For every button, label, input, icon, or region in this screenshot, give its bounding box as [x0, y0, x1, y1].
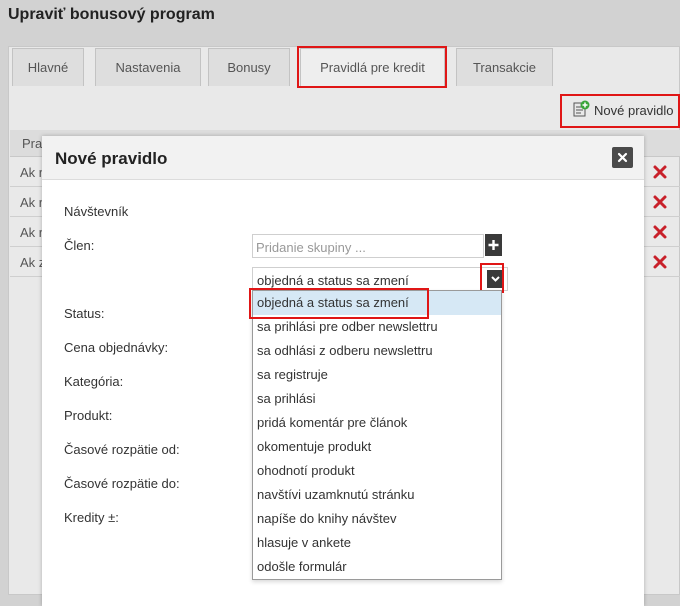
page-title: Upraviť bonusový program: [8, 6, 215, 23]
visitor-label: Návštevník: [64, 204, 129, 219]
credits-label: Kredity ±:: [64, 510, 119, 525]
time-from-label: Časové rozpätie od:: [64, 442, 180, 457]
status-label: Status:: [64, 306, 105, 321]
option-highlight: [249, 288, 429, 319]
option-login[interactable]: sa prihlási: [253, 387, 501, 411]
dropdown-toggle-highlight: [480, 263, 504, 293]
member-group-input[interactable]: Pridanie skupiny ...: [252, 234, 484, 258]
tab-main[interactable]: Hlavné: [12, 48, 84, 86]
close-icon: [617, 152, 628, 163]
product-label: Produkt:: [64, 408, 113, 423]
option-poll-vote[interactable]: hlasuje v ankete: [253, 531, 501, 555]
category-label: Kategória:: [64, 374, 124, 389]
tab-highlight: [297, 46, 447, 88]
member-label: Člen:: [64, 238, 95, 253]
delete-icon[interactable]: [652, 254, 668, 270]
tab-settings[interactable]: Nastavenia: [95, 48, 201, 86]
tab-bonuses[interactable]: Bonusy: [208, 48, 290, 86]
plus-icon: [488, 240, 499, 250]
option-newsletter-unsubscribe[interactable]: sa odhlási z odberu newslettru: [253, 339, 501, 363]
member-label-text: Člen: [64, 238, 91, 253]
dialog-header: Nové pravidlo: [42, 136, 644, 180]
close-button[interactable]: [612, 147, 633, 168]
trigger-select-value: objedná a status sa zmení: [257, 273, 409, 288]
delete-icon[interactable]: [652, 224, 668, 240]
option-product-comment[interactable]: okomentuje produkt: [253, 435, 501, 459]
row-text: Ak r: [20, 225, 44, 240]
tab-transactions[interactable]: Transakcie: [456, 48, 553, 86]
time-to-label: Časové rozpätie do:: [64, 476, 180, 491]
option-form-submit[interactable]: odošle formulár: [253, 555, 501, 579]
add-group-button[interactable]: [485, 234, 502, 256]
trigger-options-list: objedná a status sa zmení sa prihlási pr…: [252, 290, 502, 580]
delete-icon[interactable]: [652, 164, 668, 180]
dialog-title: Nové pravidlo: [55, 149, 168, 168]
new-rule-highlight: [560, 94, 680, 128]
option-locked-page-visit[interactable]: navštívi uzamknutú stránku: [253, 483, 501, 507]
option-article-comment[interactable]: pridá komentár pre článok: [253, 411, 501, 435]
option-register[interactable]: sa registruje: [253, 363, 501, 387]
row-text: Ak r: [20, 165, 44, 180]
row-text: Ak r: [20, 195, 44, 210]
order-price-label: Cena objednávky:: [64, 340, 169, 355]
option-product-rating[interactable]: ohodnotí produkt: [253, 459, 501, 483]
delete-icon[interactable]: [652, 194, 668, 210]
option-guestbook[interactable]: napíše do knihy návštev: [253, 507, 501, 531]
